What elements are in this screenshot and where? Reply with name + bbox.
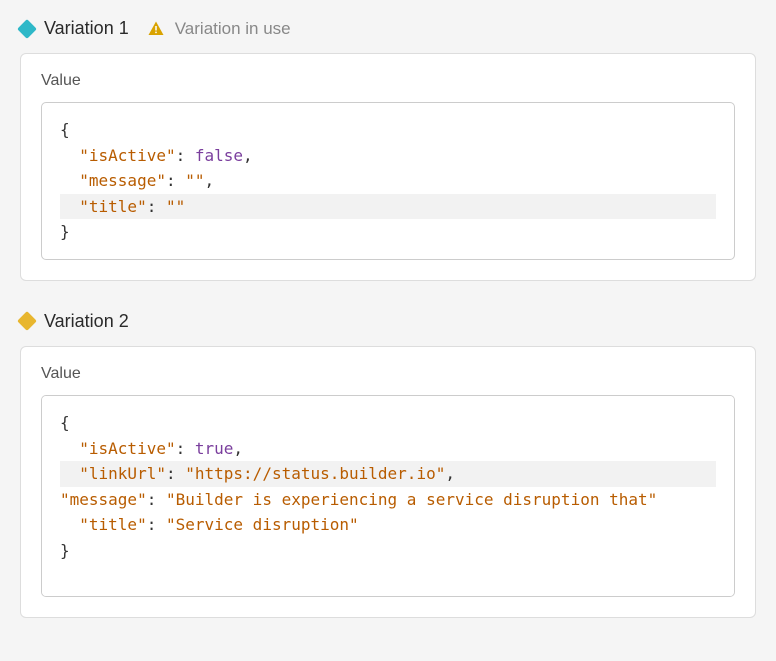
value-label: Value (41, 72, 735, 90)
variation-block: Variation 2 Value { "isActive": true, "lin… (20, 311, 756, 618)
variation-block: Variation 1 Variation in use Value { "isAct… (20, 18, 756, 281)
diamond-icon (17, 312, 37, 332)
diamond-icon (17, 19, 37, 39)
warning-icon (147, 20, 165, 38)
code-content[interactable]: { "isActive": true, "linkUrl": "https://… (60, 410, 716, 564)
variation-header: Variation 1 Variation in use (20, 18, 756, 39)
variation-title: Variation 1 (44, 18, 129, 39)
code-content[interactable]: { "isActive": false, "message": "", "tit… (60, 117, 716, 245)
variation-header: Variation 2 (20, 311, 756, 332)
code-editor[interactable]: { "isActive": true, "linkUrl": "https://… (41, 395, 735, 597)
code-editor[interactable]: { "isActive": false, "message": "", "tit… (41, 102, 735, 260)
value-label: Value (41, 365, 735, 383)
variation-in-use-label: Variation in use (175, 19, 291, 39)
variation-title: Variation 2 (44, 311, 129, 332)
value-card: Value { "isActive": false, "message": "",… (20, 53, 756, 281)
value-card: Value { "isActive": true, "linkUrl": "htt… (20, 346, 756, 618)
